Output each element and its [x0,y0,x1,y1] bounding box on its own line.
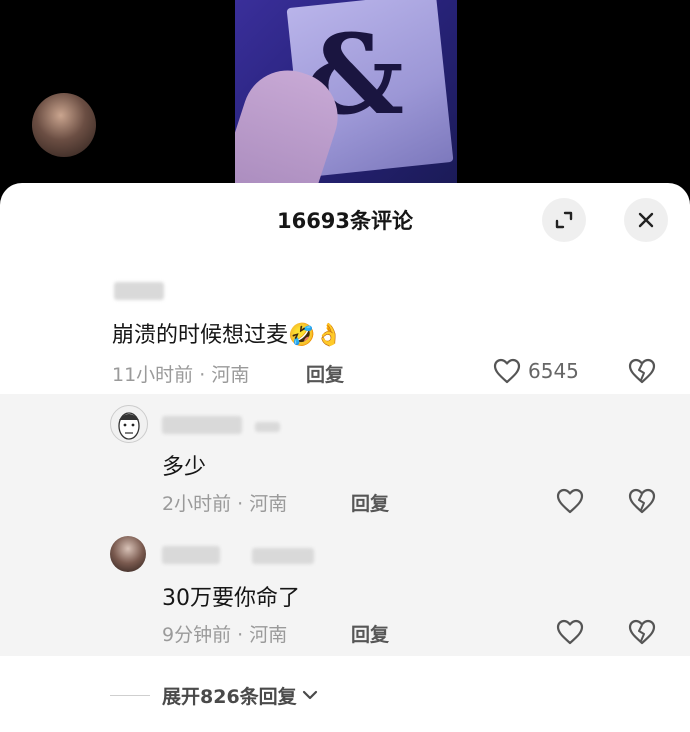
emoji-ok-hand: 👌 [315,323,343,348]
heart-icon[interactable] [556,619,584,645]
reply-button[interactable]: 回复 [351,620,389,647]
close-button[interactable] [624,198,668,242]
reply-meta: 2小时前 · 河南 [162,493,288,515]
video-preview-area: & [0,0,690,200]
fullscreen-icon [555,211,573,229]
emoji-rofl: 🤣 [288,323,316,348]
expand-replies-button[interactable]: 展开826条回复 [110,680,319,710]
broken-heart-icon[interactable] [628,358,656,384]
divider-line [110,694,150,696]
reply-text: 多少 [162,455,207,480]
reply-button[interactable]: 回复 [351,489,389,516]
chevron-down-icon [302,690,317,700]
video-thumbnail[interactable]: & [235,0,457,195]
comment-meta: 11小时前 · 河南 [112,364,250,386]
heart-icon[interactable] [556,488,584,514]
replies-section [0,394,690,656]
comments-count-title: 16693条评论 [276,209,414,233]
reply-avatar[interactable] [110,405,148,443]
reply-button[interactable]: 回复 [306,360,344,387]
username-redacted [252,548,314,564]
commenter-avatar[interactable] [32,93,96,157]
broken-heart-icon[interactable] [628,488,656,514]
reply-avatar[interactable] [110,536,146,572]
reply-text: 30万要你命了 [162,586,300,611]
comment-text: 崩溃的时候想过麦🤣👌 [112,323,343,348]
broken-heart-icon[interactable] [628,619,656,645]
face-drawing-icon [118,412,140,440]
username-redacted [162,546,220,564]
username-redacted [114,282,164,300]
username-redacted [162,416,242,434]
heart-icon[interactable] [493,358,521,384]
like-count: 6545 [528,359,579,383]
reply-meta: 9分钟前 · 河南 [162,624,288,646]
close-icon [638,212,654,228]
username-redacted [255,422,280,432]
expand-replies-label: 展开826条回复 [162,685,297,708]
fullscreen-button[interactable] [542,198,586,242]
